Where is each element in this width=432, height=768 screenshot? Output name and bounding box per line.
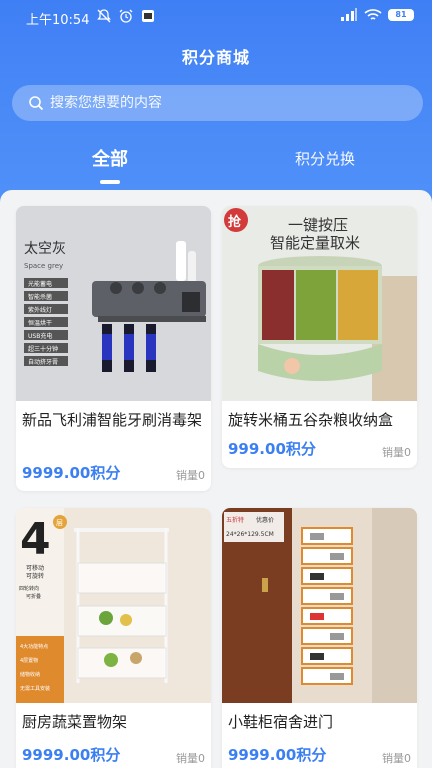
product-image: 五折特 优惠价 24*26*129.5CM xyxy=(222,508,417,703)
product-price: 9999.00积分 xyxy=(228,746,327,764)
product-sales: 销量0 xyxy=(176,469,205,482)
svg-text:一键按压: 一键按压 xyxy=(288,216,348,234)
status-time: 上午10:54 xyxy=(26,13,90,28)
svg-text:储物收纳: 储物收纳 xyxy=(20,671,40,678)
svg-text:智能定量取米: 智能定量取米 xyxy=(270,234,360,252)
svg-text:可折叠: 可折叠 xyxy=(26,593,41,600)
product-price: 999.00积分 xyxy=(228,440,316,458)
svg-text:超三十分钟: 超三十分钟 xyxy=(28,345,58,353)
notification-off-icon xyxy=(97,9,111,23)
tab-all[interactable]: 全部 xyxy=(80,145,140,171)
svg-text:4层置物: 4层置物 xyxy=(20,657,38,664)
wifi-icon xyxy=(364,9,382,20)
svg-text:24*26*129.5CM: 24*26*129.5CM xyxy=(226,531,274,538)
active-tab-indicator xyxy=(100,180,120,184)
product-image: 4 层 可移动 可旋转 四轮转向 可折叠 4大功能特点 4层置物 储物收纳 无需… xyxy=(16,508,211,703)
product-image: 抢 一键按压 智能定量取米 xyxy=(222,206,417,401)
app-notification-icon xyxy=(142,10,154,22)
svg-text:优惠价: 优惠价 xyxy=(256,516,274,524)
product-name[interactable]: 厨房蔬菜置物架 xyxy=(22,710,205,734)
vegetable-rack-image: 4 层 可移动 可旋转 四轮转向 可折叠 4大功能特点 4层置物 储物收纳 无需… xyxy=(16,508,211,703)
rice-dispenser-image: 抢 一键按压 智能定量取米 xyxy=(222,206,417,401)
svg-text:光能蓄电: 光能蓄电 xyxy=(28,280,52,288)
search-bar[interactable] xyxy=(12,85,423,121)
image-text: Space grey xyxy=(24,262,63,270)
battery-icon: 81 xyxy=(388,9,414,21)
svg-text:恒温烘干: 恒温烘干 xyxy=(28,319,52,327)
svg-text:紫外线灯: 紫外线灯 xyxy=(28,306,52,314)
product-image: 太空灰 Space grey 光能蓄电 智能杀菌 紫外线灯 恒温烘干 USB充电… xyxy=(16,206,211,401)
svg-text:智能杀菌: 智能杀菌 xyxy=(28,293,52,301)
header: 上午10:54 81 积分商城 全部 积分兑换 xyxy=(0,0,432,205)
svg-text:抢: 抢 xyxy=(228,214,242,230)
alarm-icon xyxy=(119,9,133,23)
product-card[interactable]: 抢 一键按压 智能定量取米 旋转米桶五谷杂粮收纳盒 999.00积分 销量0 xyxy=(222,206,417,468)
svg-text:4: 4 xyxy=(20,514,51,565)
signal-icon xyxy=(341,8,357,21)
svg-text:可移动: 可移动 xyxy=(26,564,44,572)
product-sales: 销量0 xyxy=(176,752,205,765)
product-name[interactable]: 旋转米桶五谷杂粮收纳盒 xyxy=(228,408,411,432)
search-input[interactable] xyxy=(50,95,390,111)
svg-text:可旋转: 可旋转 xyxy=(26,572,44,580)
tab-points-exchange[interactable]: 积分兑换 xyxy=(285,148,365,169)
svg-text:无需工具安装: 无需工具安装 xyxy=(20,685,50,692)
product-price: 9999.00积分 xyxy=(22,464,121,482)
product-grid: 太空灰 Space grey 光能蓄电 智能杀菌 紫外线灯 恒温烘干 USB充电… xyxy=(0,190,432,768)
shoe-rack-image: 五折特 优惠价 24*26*129.5CM xyxy=(222,508,417,703)
page-title: 积分商城 xyxy=(181,48,250,67)
search-icon xyxy=(29,96,44,111)
status-bar: 上午10:54 81 xyxy=(0,0,432,34)
product-sales: 销量0 xyxy=(382,752,411,765)
product-name[interactable]: 小鞋柜宿舍进门 xyxy=(228,710,411,734)
product-price: 9999.00积分 xyxy=(22,746,121,764)
svg-text:四轮转向: 四轮转向 xyxy=(19,585,39,592)
svg-text:五折特: 五折特 xyxy=(226,516,244,524)
svg-text:4大功能特点: 4大功能特点 xyxy=(20,643,48,650)
product-card[interactable]: 4 层 可移动 可旋转 四轮转向 可折叠 4大功能特点 4层置物 储物收纳 无需… xyxy=(16,508,211,768)
image-text: 太空灰 xyxy=(24,241,66,257)
product-name[interactable]: 新品飞利浦智能牙刷消毒架 xyxy=(22,408,205,432)
svg-text:自动挤牙膏: 自动挤牙膏 xyxy=(28,358,58,366)
toothbrush-holder-image: 太空灰 Space grey 光能蓄电 智能杀菌 紫外线灯 恒温烘干 USB充电… xyxy=(16,206,211,401)
svg-text:层: 层 xyxy=(56,519,63,527)
product-card[interactable]: 五折特 优惠价 24*26*129.5CM 小鞋柜宿舍进门 9999.00积分 … xyxy=(222,508,417,768)
product-card[interactable]: 太空灰 Space grey 光能蓄电 智能杀菌 紫外线灯 恒温烘干 USB充电… xyxy=(16,206,211,491)
product-sales: 销量0 xyxy=(382,446,411,459)
svg-text:USB充电: USB充电 xyxy=(28,332,52,340)
